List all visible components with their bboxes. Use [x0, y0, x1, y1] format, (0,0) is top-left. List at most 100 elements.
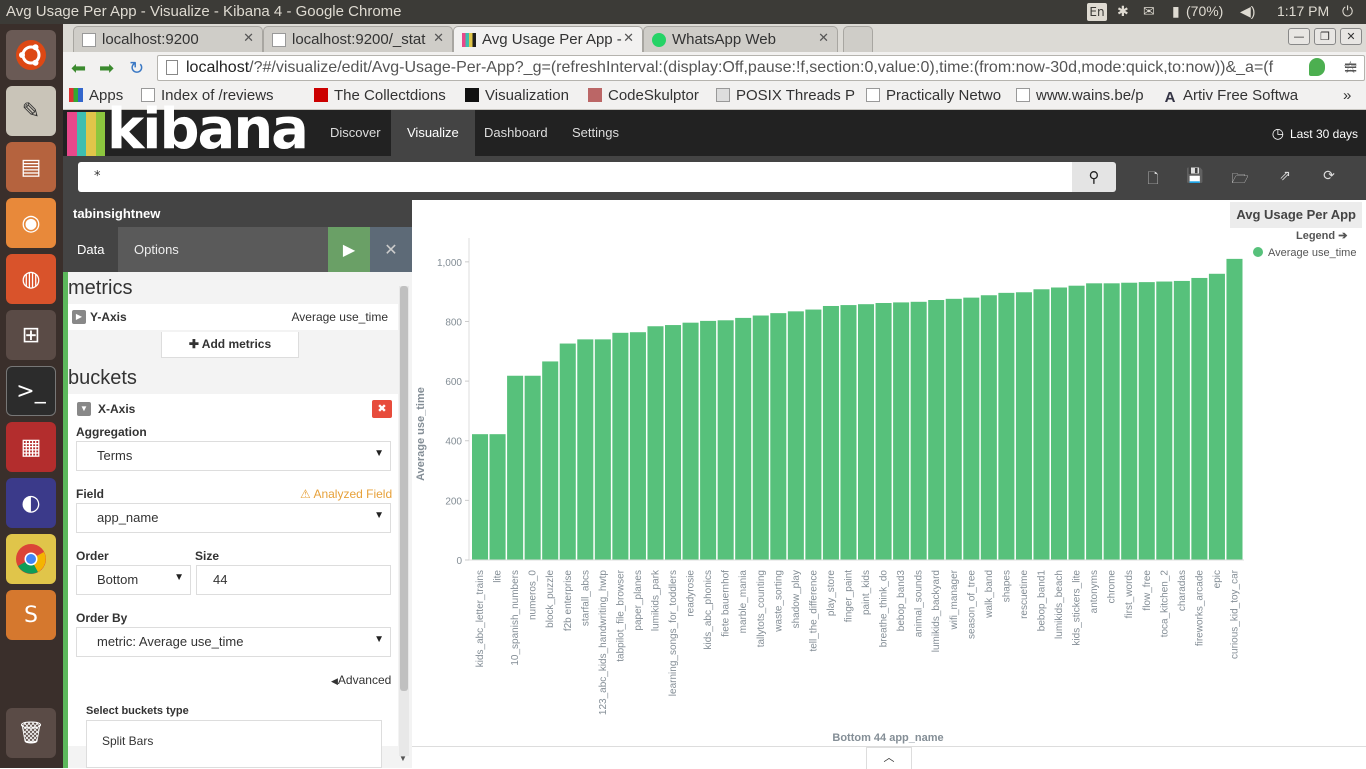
page-info-icon[interactable] — [166, 60, 178, 75]
battery-percent[interactable]: (70%) — [1186, 3, 1223, 19]
bluetooth-icon[interactable]: ✱ — [1117, 3, 1129, 20]
trash-icon[interactable]: 🗑 — [6, 708, 56, 758]
bookmark-visualization[interactable]: Visualization — [465, 87, 585, 104]
terminator-icon[interactable]: ▦ — [6, 422, 56, 472]
minimize-button[interactable]: — — [1288, 28, 1310, 45]
add-metrics-button[interactable]: ✚ Add metrics — [161, 332, 299, 358]
bookmark-posix-threads[interactable]: POSIX Threads Pr — [716, 87, 856, 104]
tab-whatsapp[interactable]: WhatsApp Web ✕ — [643, 26, 838, 52]
bar — [875, 302, 892, 560]
discard-changes-button[interactable]: ✕ — [370, 227, 412, 272]
tab-data[interactable]: Data — [63, 227, 119, 272]
bookmark-favicon-icon — [588, 88, 602, 102]
sidebar-scrollbar[interactable] — [399, 286, 409, 756]
maximize-button[interactable]: ❐ — [1314, 28, 1336, 45]
volume-icon[interactable]: ◀) — [1240, 3, 1255, 20]
nav-dashboard[interactable]: Dashboard — [468, 110, 564, 156]
bar — [752, 315, 769, 560]
bookmark-wains[interactable]: www.wains.be/p — [1016, 87, 1161, 104]
close-tab-icon[interactable]: ✕ — [818, 30, 829, 46]
remove-bucket-icon[interactable]: ✖ — [372, 400, 392, 418]
ubuntu-dash-icon[interactable] — [6, 30, 56, 80]
nav-settings[interactable]: Settings — [556, 110, 635, 156]
bar — [1033, 289, 1050, 560]
scroll-down-arrow-icon[interactable]: ▼ — [399, 754, 407, 763]
close-tab-icon[interactable]: ✕ — [623, 30, 634, 46]
new-visualization-icon[interactable]: 🗋 — [1144, 168, 1162, 187]
chevron-down-icon[interactable]: ▼ — [77, 402, 91, 416]
bookmark-artiv[interactable]: A Artiv Free Softwa — [1163, 87, 1308, 105]
x-tick-label: numeros_0 — [528, 570, 539, 620]
battery-icon[interactable]: ▮ — [1172, 3, 1180, 20]
forward-icon[interactable]: ➡ — [99, 58, 114, 79]
inkscape-icon[interactable]: ◉ — [6, 198, 56, 248]
aggregation-select[interactable]: Terms ▼ — [76, 441, 391, 471]
advanced-toggle[interactable]: ◀Advanced — [331, 673, 391, 687]
menu-icon[interactable]: ≡ — [1343, 57, 1358, 78]
close-window-button[interactable]: ✕ — [1340, 28, 1362, 45]
chevron-up-icon[interactable]: ︿ — [866, 747, 912, 769]
bookmark-codeskulptor[interactable]: CodeSkulptor — [588, 87, 708, 104]
close-tab-icon[interactable]: ✕ — [243, 30, 254, 46]
bookmark-practically-networked[interactable]: Practically Netwo — [866, 87, 1006, 104]
terminal-icon[interactable]: >_ — [6, 366, 56, 416]
keyboard-indicator[interactable]: En — [1087, 3, 1107, 21]
x-tick-label: waste_sorting — [773, 570, 784, 633]
files-icon[interactable]: ▤ — [6, 142, 56, 192]
scrollbar-thumb[interactable] — [400, 286, 408, 691]
time-picker[interactable]: ◷ Last 30 days — [1272, 110, 1358, 156]
save-icon[interactable]: 💾 — [1186, 168, 1204, 186]
x-tick-label: kids_abc_phonics — [703, 570, 714, 650]
x-tick-label: season_of_tree — [966, 570, 977, 639]
y-tick-label: 400 — [445, 437, 462, 448]
order-value: Bottom — [97, 572, 139, 587]
clock[interactable]: 1:17 PM — [1277, 3, 1329, 19]
x-tick-label: tell_the_difference — [808, 570, 819, 652]
bookmark-favicon-icon — [465, 88, 479, 102]
back-icon[interactable]: ⬅ — [71, 58, 86, 79]
chevron-right-icon[interactable]: ▶ — [72, 310, 86, 324]
x-tick-label: flow_free — [1142, 570, 1153, 611]
tab-localhost-stat[interactable]: localhost:9200/_stat ✕ — [263, 26, 453, 52]
y-axis-title: Average use_time — [415, 387, 427, 481]
extension-icon[interactable] — [1309, 58, 1325, 76]
tab-kibana-visualize[interactable]: Avg Usage Per App - ✕ — [453, 26, 643, 52]
size-input[interactable]: 44 — [196, 565, 391, 595]
metric-y-axis-row[interactable]: ▶ Y-Axis Average use_time — [68, 304, 398, 330]
bookmark-the-collectdions[interactable]: The Collectdions — [314, 87, 459, 104]
bookmarks-more-button[interactable]: » — [1343, 87, 1363, 104]
mail-icon[interactable]: ✉ — [1143, 3, 1155, 20]
tab-label: localhost:9200 — [102, 31, 199, 48]
search-button[interactable]: ⚲ — [1072, 162, 1116, 192]
nav-discover[interactable]: Discover — [314, 110, 397, 156]
power-icon[interactable]: ⏻ — [1342, 3, 1353, 20]
reload-icon[interactable]: ↻ — [129, 58, 144, 79]
aggregation-label: Aggregation — [76, 425, 147, 439]
open-folder-icon[interactable]: 🗁 — [1231, 168, 1249, 187]
refresh-icon[interactable]: ⟳ — [1320, 168, 1338, 186]
text-editor-icon[interactable]: ✎ — [6, 86, 56, 136]
url-bar[interactable]: localhost/?#/visualize/edit/Avg-Usage-Pe… — [157, 55, 1365, 81]
bar — [700, 320, 717, 560]
eclipse-icon[interactable]: ◐ — [6, 478, 56, 528]
query-input[interactable]: * — [78, 162, 1072, 192]
order-select[interactable]: Bottom ▼ — [76, 565, 191, 595]
split-bars-option[interactable]: Split Bars — [86, 720, 382, 768]
kibana-logo[interactable]: kibana — [63, 97, 309, 162]
tab-localhost-9200[interactable]: localhost:9200 ✕ — [73, 26, 263, 52]
page-icon — [1016, 88, 1030, 102]
bar — [1173, 280, 1190, 560]
apply-changes-button[interactable]: ▶ — [328, 227, 370, 272]
tab-options[interactable]: Options — [120, 227, 193, 272]
bar — [612, 332, 629, 560]
firefox-icon[interactable]: ◍ — [6, 254, 56, 304]
nav-visualize[interactable]: Visualize — [391, 110, 475, 156]
chrome-icon[interactable] — [6, 534, 56, 584]
share-icon[interactable]: ⇗ — [1276, 168, 1294, 186]
workspace-switcher-icon[interactable]: ⊞ — [6, 310, 56, 360]
order-by-select[interactable]: metric: Average use_time ▼ — [76, 627, 391, 657]
new-tab-button[interactable] — [843, 26, 873, 52]
sublime-text-icon[interactable]: S — [6, 590, 56, 640]
close-tab-icon[interactable]: ✕ — [433, 30, 444, 46]
field-select[interactable]: app_name ▼ — [76, 503, 391, 533]
